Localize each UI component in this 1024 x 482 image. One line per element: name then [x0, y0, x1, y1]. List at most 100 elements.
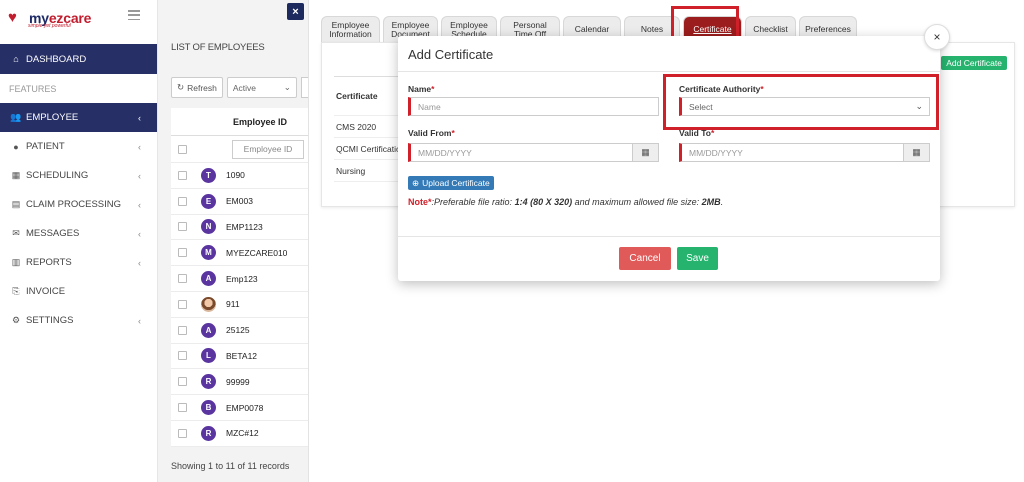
sidebar-item-dashboard[interactable]: ⌂ DASHBOARD — [0, 44, 157, 74]
employee-id[interactable]: Emp123 — [226, 274, 258, 284]
close-icon[interactable]: × — [924, 24, 950, 50]
table-row[interactable]: R MZC#12 — [171, 421, 308, 447]
table-row[interactable]: E EM003 — [171, 189, 308, 215]
footer-showing: Showing — [171, 461, 206, 471]
close-panel-button[interactable]: × — [287, 3, 304, 20]
select-all-checkbox[interactable] — [178, 144, 187, 154]
table-filter-row: Employee ID — [171, 136, 308, 163]
tab-employee-information[interactable]: Employee Information — [321, 16, 380, 42]
row-checkbox[interactable] — [178, 377, 187, 387]
add-certificate-modal: Add Certificate Name* Name Certificate A… — [398, 36, 940, 281]
row-checkbox[interactable] — [178, 351, 187, 361]
row-checkbox[interactable] — [178, 274, 187, 284]
sidebar-item-employee[interactable]: 👥 EMPLOYEE ‹ — [0, 103, 157, 132]
add-certificate-button[interactable]: Add Certificate — [941, 56, 1007, 70]
list-toolbar: ↻ Refresh Active ⌄ — [171, 77, 309, 98]
table-row[interactable]: 911 — [171, 292, 308, 318]
status-select[interactable]: Active ⌄ — [226, 77, 297, 98]
valid-to-input[interactable]: MM/DD/YYYY ▦ — [679, 143, 930, 162]
sidebar-item-label: SETTINGS — [26, 315, 74, 326]
sidebar-item-reports[interactable]: ▥ REPORTS ‹ — [0, 248, 157, 277]
sidebar-item-label: EMPLOYEE — [26, 112, 79, 123]
table-header: Employee ID — [171, 108, 308, 136]
upload-certificate-button[interactable]: ⊕ Upload Certificate — [408, 176, 494, 190]
valid-from-label: Valid From* — [408, 128, 455, 138]
row-checkbox[interactable] — [178, 325, 187, 335]
refresh-button[interactable]: ↻ Refresh — [171, 77, 223, 98]
employee-id[interactable]: 99999 — [226, 377, 250, 387]
list-footer: Showing 1 to 11 of 11 records — [171, 461, 289, 471]
invoice-icon: ⎘ — [12, 286, 20, 296]
logo-heart-icon: ♥ — [8, 9, 17, 26]
avatar: A — [201, 322, 216, 338]
table-row[interactable]: N EMP1123 — [171, 215, 308, 241]
calendar-icon[interactable]: ▦ — [903, 144, 929, 161]
row-checkbox[interactable] — [178, 403, 187, 413]
chevron-left-icon: ‹ — [138, 141, 141, 152]
table-row[interactable]: T 1090 — [171, 163, 308, 189]
employee-id[interactable]: 25125 — [226, 325, 250, 335]
avatar: L — [201, 348, 216, 364]
sidebar-item-patient[interactable]: ● PATIENT ‹ — [0, 132, 157, 161]
employee-id[interactable]: EMP1123 — [226, 222, 263, 232]
employee-id[interactable]: MZC#12 — [226, 428, 259, 438]
employee-id-filter-input[interactable]: Employee ID — [232, 139, 304, 159]
row-checkbox[interactable] — [178, 222, 187, 232]
modal-footer-divider — [398, 236, 940, 237]
employee-id[interactable]: EMP0078 — [226, 403, 263, 413]
employee-id[interactable]: BETA12 — [226, 351, 257, 361]
avatar — [201, 296, 216, 312]
row-checkbox[interactable] — [178, 170, 187, 180]
sidebar-item-label: DASHBOARD — [26, 53, 87, 65]
valid-from-placeholder: MM/DD/YYYY — [418, 147, 472, 158]
sidebar-item-scheduling[interactable]: ▦ SCHEDULING ‹ — [0, 161, 157, 190]
chevron-left-icon: ‹ — [138, 170, 141, 181]
table-row[interactable]: A 25125 — [171, 318, 308, 344]
chevron-left-icon: ‹ — [138, 112, 141, 123]
row-checkbox[interactable] — [178, 299, 187, 309]
sidebar-item-label: PATIENT — [26, 141, 65, 152]
table-row[interactable]: B EMP0078 — [171, 395, 308, 421]
refresh-label: Refresh — [187, 82, 217, 93]
employee-id[interactable]: 911 — [226, 299, 240, 309]
avatar: A — [201, 271, 216, 287]
avatar: N — [201, 219, 216, 235]
logo-tagline: simple yet powerful — [28, 23, 71, 29]
valid-from-input[interactable]: MM/DD/YYYY ▦ — [408, 143, 659, 162]
footer-of-word: of — [237, 461, 245, 471]
employee-id[interactable]: 1090 — [226, 170, 245, 180]
row-checkbox[interactable] — [178, 196, 187, 206]
name-input[interactable]: Name — [408, 97, 659, 116]
avatar: R — [201, 374, 216, 390]
chevron-left-icon: ‹ — [138, 199, 141, 210]
footer-records: records — [259, 461, 290, 471]
save-button[interactable]: Save — [677, 247, 718, 270]
avatar: B — [201, 400, 216, 416]
footer-from: 1 — [208, 461, 214, 471]
table-row[interactable]: A Emp123 — [171, 266, 308, 292]
table-row[interactable]: M MYEZCARE010 — [171, 240, 308, 267]
status-select-value: Active — [232, 82, 257, 93]
cancel-button[interactable]: Cancel — [619, 247, 671, 270]
row-checkbox[interactable] — [178, 248, 187, 258]
column-header-employee-id[interactable]: Employee ID — [233, 117, 287, 127]
employee-id[interactable]: EM003 — [226, 196, 253, 206]
table-row[interactable]: L BETA12 — [171, 344, 308, 370]
list-title: LIST OF EMPLOYEES — [171, 42, 265, 53]
file-note: Note*:Preferable file ratio: 1:4 (80 X 3… — [408, 197, 724, 207]
table-row[interactable]: R 99999 — [171, 369, 308, 396]
sidebar-item-label: CLAIM PROCESSING — [26, 199, 122, 210]
sidebar-item-claim-processing[interactable]: ▤ CLAIM PROCESSING ‹ — [0, 190, 157, 219]
sidebar-item-invoice[interactable]: ⎘ INVOICE — [0, 277, 157, 306]
sidebar-item-settings[interactable]: ⚙ SETTINGS ‹ — [0, 306, 157, 335]
hamburger-menu-icon[interactable] — [128, 10, 140, 20]
chevron-left-icon: ‹ — [138, 257, 141, 268]
sidebar-item-label: SCHEDULING — [26, 170, 89, 181]
avatar: T — [201, 167, 216, 183]
row-checkbox[interactable] — [178, 428, 187, 438]
calendar-icon[interactable]: ▦ — [632, 144, 658, 161]
employee-id[interactable]: MYEZCARE010 — [226, 248, 287, 258]
document-icon: ▤ — [11, 199, 21, 209]
sidebar-item-messages[interactable]: ✉ MESSAGES ‹ — [0, 219, 157, 248]
valid-to-placeholder: MM/DD/YYYY — [689, 147, 743, 158]
